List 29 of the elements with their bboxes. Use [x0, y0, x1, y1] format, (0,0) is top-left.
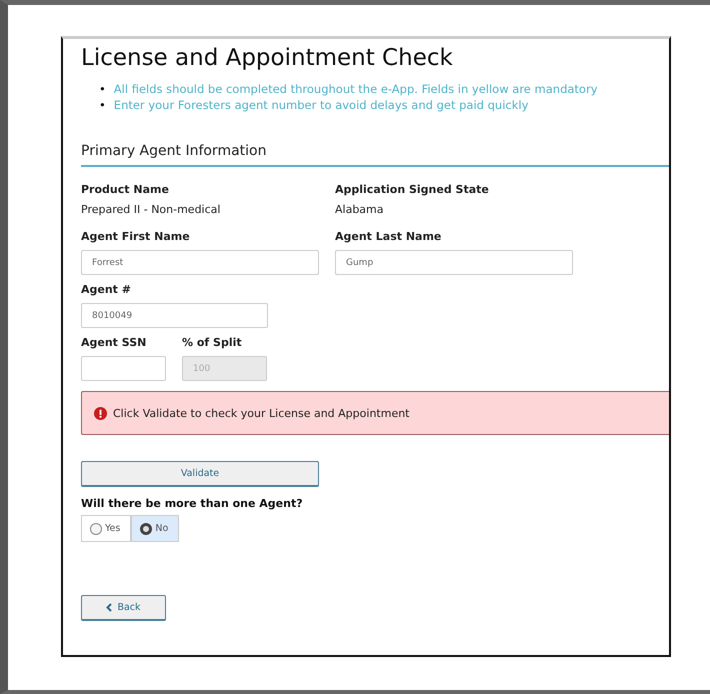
- field-label: Agent #: [81, 283, 132, 296]
- instruction-text: Enter your Foresters agent number to avoid delays and get paid quickly: [114, 97, 528, 113]
- bullet-marker: •: [99, 81, 106, 97]
- radio-option[interactable]: Yes: [81, 515, 132, 542]
- question-text: Will there be more than one Agent?: [81, 497, 304, 510]
- bullet-marker: •: [99, 97, 106, 113]
- field-label: Agent SSN: [81, 336, 148, 349]
- input-field[interactable]: [81, 356, 166, 381]
- chevron-left-icon: [106, 603, 112, 612]
- field-label: % of Split: [182, 336, 243, 349]
- radio-icon: [90, 522, 102, 534]
- field-value: Alabama: [335, 203, 385, 216]
- back-button[interactable]: Back: [81, 595, 166, 621]
- field-label: Application Signed State: [335, 183, 490, 196]
- input-field[interactable]: Gump: [335, 250, 573, 275]
- field-value: Prepared II - Non-medical: [81, 203, 222, 216]
- radio-option[interactable]: No: [131, 515, 180, 542]
- radio-icon: [140, 522, 152, 534]
- page-title: License and Appointment Check: [81, 45, 454, 71]
- alert-text: Click Validate to check your License and Appointment: [113, 406, 410, 420]
- section-heading: Primary Agent Information: [81, 143, 669, 167]
- validate-button[interactable]: Validate: [81, 461, 319, 487]
- field-label: Agent First Name: [81, 230, 191, 243]
- instruction-text: All fields should be completed throughout the e-App. Fields in yellow are mandatory: [114, 81, 598, 97]
- error-icon: [94, 406, 107, 420]
- input-field[interactable]: 8010049: [81, 303, 268, 328]
- field-label: Product Name: [81, 183, 170, 196]
- field-label: Agent Last Name: [335, 230, 442, 243]
- input-field[interactable]: Forrest: [81, 250, 319, 275]
